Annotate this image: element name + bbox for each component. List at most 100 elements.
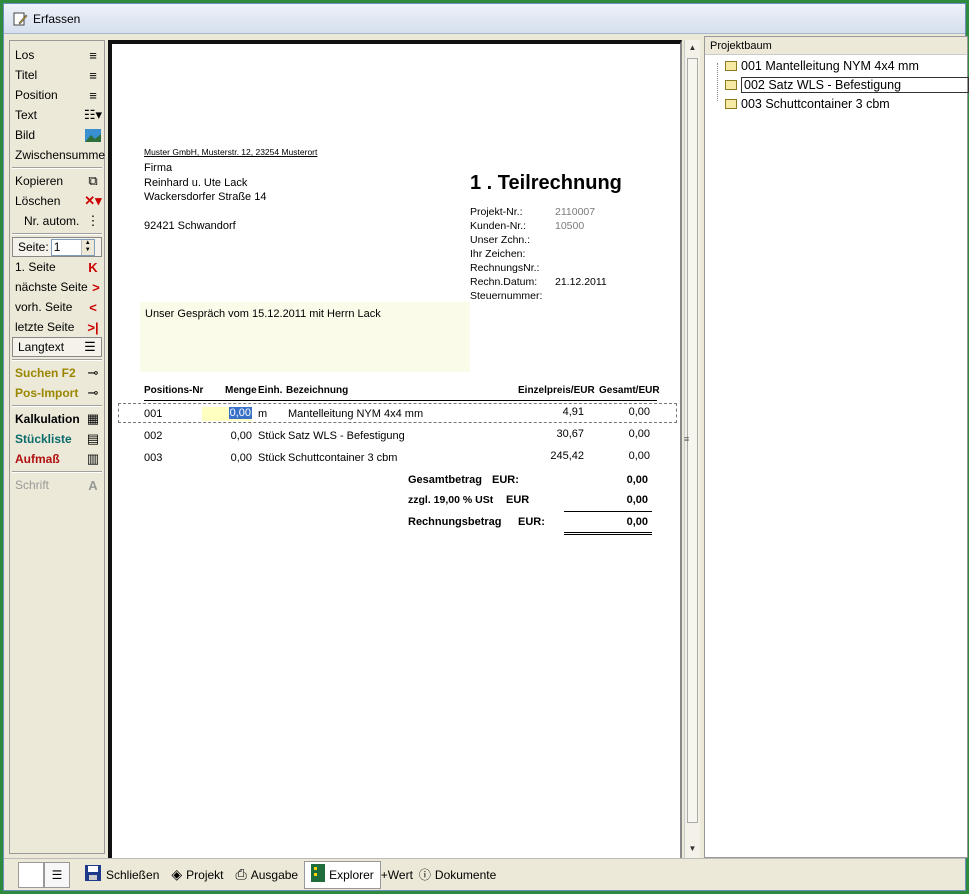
meta-key: RechnungsNr.: bbox=[470, 262, 540, 274]
calculator-icon: ▦ bbox=[86, 411, 100, 426]
tree-node[interactable]: 003 Schuttcontainer 3 cbm bbox=[725, 95, 890, 113]
row-menge[interactable]: 0,00 bbox=[212, 430, 252, 442]
address-line: Reinhard u. Ute Lack bbox=[144, 176, 248, 189]
nr-autom-button[interactable]: Nr. autom. ⋮ bbox=[10, 211, 104, 231]
pos-import-button[interactable]: Pos-Import ⊸ bbox=[10, 383, 104, 403]
address-line: Firma bbox=[144, 162, 173, 174]
meta-key: Steuernummer: bbox=[470, 290, 543, 302]
spinner-arrows-icon[interactable]: ▲ ▼ bbox=[80, 239, 94, 255]
document-view: Muster GmbH, Musterstr. 12, 23254 Muster… bbox=[108, 40, 700, 858]
ausgabe-button[interactable]: ⎙ Ausgabe bbox=[230, 861, 305, 889]
tree-node[interactable]: 001 Mantelleitung NYM 4x4 mm bbox=[725, 57, 919, 75]
toolbar-zwischensumme-button[interactable]: Zwischensumme bbox=[10, 145, 105, 165]
toolbar-text-label: Text bbox=[15, 108, 38, 122]
address-line bbox=[144, 205, 266, 220]
last-page-button[interactable]: letzte Seite >| bbox=[10, 317, 104, 337]
view-toggle-blank[interactable] bbox=[18, 861, 44, 888]
row-bez: Schuttcontainer 3 cbm bbox=[288, 452, 398, 464]
view-toggle-list-icon[interactable]: ☰ bbox=[44, 861, 70, 888]
first-page-button[interactable]: 1. Seite K bbox=[10, 257, 104, 277]
toolbar-position-button[interactable]: Position ≡ bbox=[10, 85, 104, 105]
explorer-button[interactable]: Explorer bbox=[304, 860, 381, 889]
quantity-input[interactable]: 0,00 bbox=[202, 407, 252, 421]
scroll-up-icon[interactable]: ▲ bbox=[685, 40, 700, 55]
explorer-label: Explorer bbox=[329, 867, 374, 882]
totals-line bbox=[564, 511, 652, 512]
seite-spinner[interactable]: 1 ▲ ▼ bbox=[50, 238, 95, 256]
document-scrollbar[interactable]: ▲ ▼ bbox=[684, 40, 700, 858]
copy-icon: ⧉ bbox=[88, 173, 98, 188]
nr-autom-label: Nr. autom. bbox=[24, 214, 80, 228]
seite-spinner-value[interactable]: 1 bbox=[52, 240, 81, 255]
meta-row: Ihr Zeichen: bbox=[470, 247, 607, 261]
stueckliste-button[interactable]: Stückliste ▤ bbox=[10, 429, 104, 449]
kopieren-button[interactable]: Kopieren ⧉ bbox=[10, 171, 104, 191]
printer-icon: ⎙ bbox=[235, 866, 247, 882]
last-page-icon: >| bbox=[87, 319, 99, 335]
meta-key: Unser Zchn.: bbox=[470, 234, 531, 246]
note-textbox[interactable]: Unser Gespräch vom 15.12.2011 mit Herrn … bbox=[140, 302, 470, 372]
paragraph-icon: ≡ bbox=[89, 47, 97, 63]
first-page-icon: K bbox=[88, 259, 98, 275]
header-pos: Positions-Nr bbox=[144, 385, 204, 396]
ust-value: 0,00 bbox=[626, 494, 648, 506]
dokumente-button[interactable]: ⓘ Dokumente bbox=[419, 861, 502, 889]
toolbar-titel-button[interactable]: Titel ≡ bbox=[10, 65, 104, 85]
next-page-icon: > bbox=[92, 279, 100, 295]
meta-row: Unser Zchn.: bbox=[470, 233, 607, 247]
suchen-button[interactable]: Suchen F2 ⊸ bbox=[10, 363, 104, 383]
prev-page-button[interactable]: vorh. Seite < bbox=[10, 297, 104, 317]
meta-row: Rechn.Datum: 21.12.2011 bbox=[470, 275, 607, 289]
kalkulation-button[interactable]: Kalkulation ▦ bbox=[10, 409, 104, 429]
kopieren-label: Kopieren bbox=[15, 174, 64, 188]
row-pos: 002 bbox=[144, 430, 163, 442]
dokumente-label: Dokumente bbox=[434, 867, 497, 882]
row-pos: 001 bbox=[144, 408, 163, 420]
header-gesamt: Gesamt/EUR bbox=[599, 385, 660, 396]
tree-node-label[interactable]: 002 Satz WLS - Befestigung bbox=[741, 77, 969, 93]
toolbar-bild-button[interactable]: Bild bbox=[10, 125, 104, 145]
loeschen-button[interactable]: Löschen ✕▾ bbox=[10, 191, 104, 211]
rechnungsbetrag-label: Rechnungsbetrag bbox=[408, 516, 502, 528]
ausgabe-label: Ausgabe bbox=[250, 867, 299, 882]
next-page-button[interactable]: nächste Seite > bbox=[10, 277, 104, 297]
langtext-button[interactable]: Langtext ☰ bbox=[12, 337, 102, 357]
toolbar-separator bbox=[12, 359, 102, 361]
meta-key: Ihr Zeichen: bbox=[470, 248, 526, 260]
aufmass-button[interactable]: Aufmaß ▥ bbox=[10, 449, 104, 469]
toolbar-los-label: Los bbox=[15, 48, 35, 62]
window-titlebar: Erfassen bbox=[4, 4, 965, 34]
row-gesamt: 0,00 bbox=[628, 450, 650, 462]
invoice-meta: Projekt-Nr.: 2110007 Kunden-Nr.: 10500 Uns… bbox=[470, 205, 607, 303]
wert-label: +Wert bbox=[380, 867, 413, 882]
kalkulation-label: Kalkulation bbox=[15, 412, 80, 426]
invoice-page: Muster GmbH, Musterstr. 12, 23254 Muster… bbox=[108, 40, 682, 858]
scroll-down-icon[interactable]: ▼ bbox=[685, 841, 700, 856]
toolbar-separator bbox=[12, 405, 102, 407]
schliessen-button[interactable]: Schließen bbox=[78, 861, 165, 889]
toolbar-los-button[interactable]: Los ≡ bbox=[10, 45, 104, 65]
schrift-label: Schrift bbox=[15, 478, 50, 492]
wert-button[interactable]: +Wert bbox=[381, 861, 419, 889]
project-icon: ◈ bbox=[171, 866, 183, 882]
tree-node-label[interactable]: 001 Mantelleitung NYM 4x4 mm bbox=[741, 59, 919, 73]
folder-icon bbox=[725, 99, 737, 109]
meta-row: Steuernummer: bbox=[470, 289, 607, 303]
meta-value: 10500 bbox=[555, 220, 585, 232]
toolbar-text-button[interactable]: Text ☷▾ bbox=[10, 105, 104, 125]
toolbar-separator bbox=[12, 167, 102, 169]
toolbar-separator bbox=[12, 471, 102, 473]
toolbar-position-label: Position bbox=[15, 88, 58, 102]
tree-node-label[interactable]: 003 Schuttcontainer 3 cbm bbox=[741, 97, 890, 111]
splitter-grip-icon[interactable]: ≡ bbox=[684, 434, 694, 444]
row-menge[interactable]: 0,00 bbox=[212, 452, 252, 464]
schrift-button[interactable]: Schrift A bbox=[10, 475, 104, 495]
quantity-input-value[interactable]: 0,00 bbox=[228, 407, 252, 419]
project-tree-panel: Projektbaum 001 Mantelleitung NYM 4x4 mm… bbox=[704, 36, 969, 858]
gesamtbetrag-label: Gesamtbetrag bbox=[408, 474, 482, 486]
text-block-icon: ☷▾ bbox=[83, 107, 103, 122]
info-icon: ⓘ bbox=[418, 868, 431, 882]
tree-node-selected[interactable]: 002 Satz WLS - Befestigung bbox=[725, 76, 969, 94]
meta-row: Kunden-Nr.: 10500 bbox=[470, 219, 607, 233]
projekt-button[interactable]: ◈ Projekt bbox=[165, 861, 229, 889]
